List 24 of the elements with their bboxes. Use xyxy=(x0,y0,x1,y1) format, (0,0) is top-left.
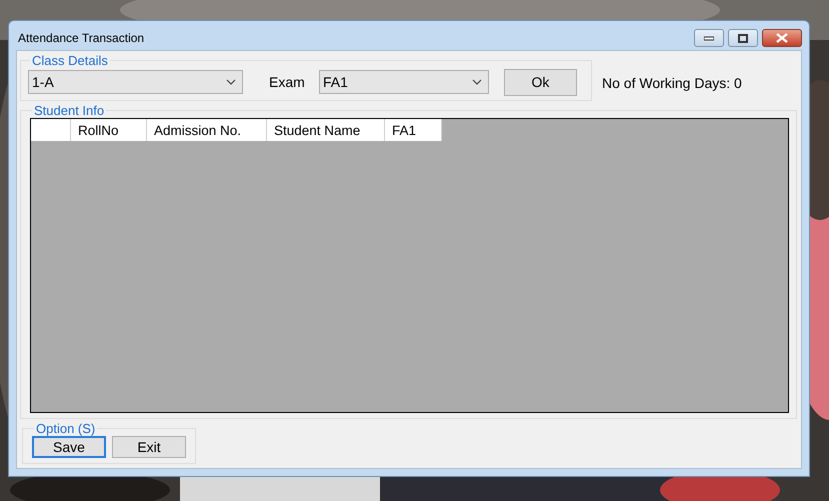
close-icon xyxy=(776,33,788,43)
column-header[interactable]: Student Name xyxy=(267,119,385,141)
group-label: Class Details xyxy=(31,53,109,68)
group-label: Student Info xyxy=(33,103,106,118)
action-button[interactable]: Save xyxy=(32,436,106,458)
minimize-icon xyxy=(704,35,714,41)
column-header[interactable]: Admission No. xyxy=(147,119,267,141)
exam-label: Exam xyxy=(269,74,306,90)
working-days-label: No of Working Days: 0 xyxy=(602,75,742,91)
ok-button[interactable]: Ok xyxy=(504,68,577,96)
row-header-cell xyxy=(31,119,71,141)
action-button[interactable]: Exit xyxy=(112,436,186,458)
restore-icon xyxy=(738,34,748,42)
class-dropdown[interactable]: 1-A xyxy=(28,70,243,94)
column-header[interactable]: FA1 xyxy=(385,119,442,141)
exam-dropdown[interactable]: FA1 xyxy=(319,70,489,94)
group-label: Option (S) xyxy=(35,421,96,436)
minimize-button[interactable] xyxy=(694,29,724,47)
column-header[interactable]: RollNo xyxy=(71,119,147,141)
chevron-down-icon xyxy=(226,79,236,85)
maximize-button[interactable] xyxy=(728,29,758,47)
window-title: Attendance Transaction xyxy=(17,30,144,44)
close-button[interactable] xyxy=(762,29,802,47)
chevron-down-icon xyxy=(472,79,482,85)
